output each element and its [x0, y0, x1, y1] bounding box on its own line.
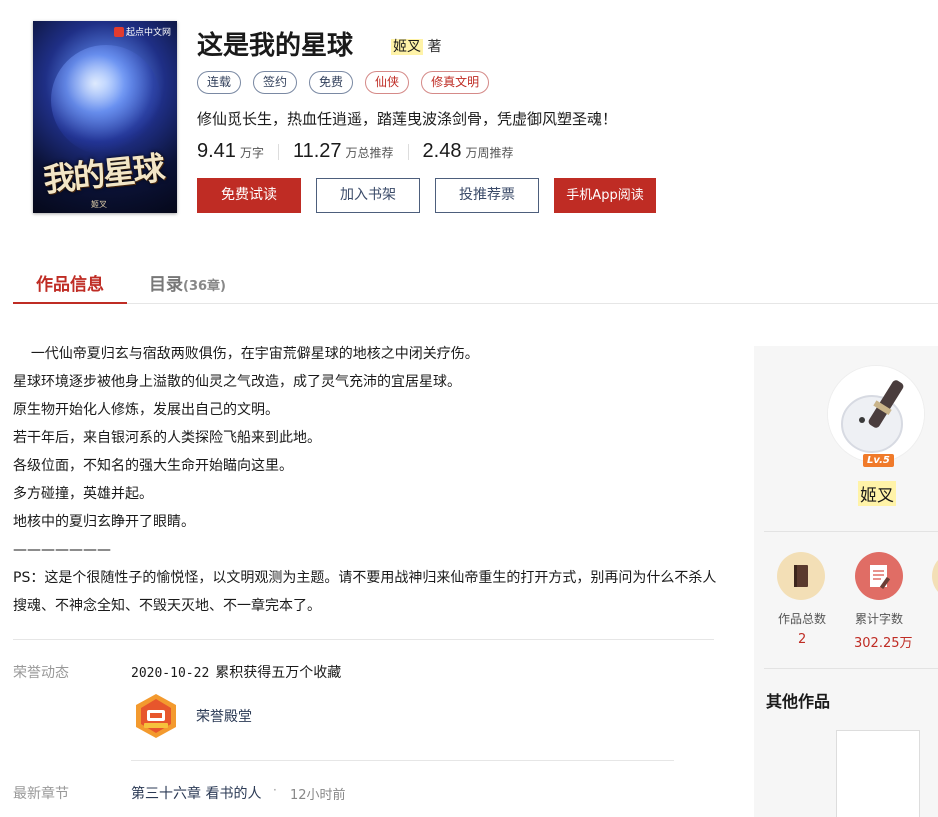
recommend-vote-button[interactable]: 投推荐票 — [435, 178, 539, 213]
app-read-button[interactable]: 手机App阅读 — [554, 178, 656, 213]
book-stats: 9.41 万字 11.27 万总推荐 2.48 万周推荐 — [197, 140, 514, 163]
honor-hall-badge-icon[interactable] — [132, 692, 180, 740]
honor-label: 荣誉动态 — [13, 665, 69, 681]
stat-unit: 万周推荐 — [465, 146, 514, 160]
publisher-logo-icon — [113, 26, 124, 37]
latest-chapter-time: 12小时前 — [290, 788, 346, 803]
tab-catalog-count: (36章) — [183, 279, 226, 294]
author-suffix: 著 — [427, 39, 442, 55]
description-line: 多方碰撞，英雄并起。 — [13, 486, 153, 502]
stat-value: 11.27 — [292, 140, 342, 162]
cover-title-art: 我的星球 — [41, 148, 165, 200]
cover-publisher: 起点中文网 — [113, 25, 171, 38]
tag-subgenre[interactable]: 修真文明 — [421, 71, 490, 94]
stat-word-count: 9.41 万字 — [197, 140, 264, 163]
section-divider — [131, 760, 674, 761]
works-count-icon — [777, 552, 825, 600]
description-line: 地核中的夏归玄睁开了眼睛。 — [13, 514, 195, 530]
sidebar-divider — [764, 668, 938, 669]
description-line: 原生物开始化人修炼，发展出自己的文明。 — [13, 402, 279, 418]
honor-hall-link[interactable]: 荣誉殿堂 — [196, 706, 252, 726]
book-cover[interactable]: 起点中文网 我的星球 姬叉 — [33, 21, 177, 213]
author-sidebar: Lv.5 姬叉 作品总数 2 累计字数 302.25万 其他作品 — [754, 346, 938, 817]
stat-value: 2.48 — [422, 140, 462, 162]
stat-unit: 万字 — [239, 146, 264, 160]
book-title: 这是我的星球 — [197, 31, 354, 61]
description-line: 星球环境逐步被他身上溢散的仙灵之气改造，成了灵气充沛的宜居星球。 — [13, 374, 461, 390]
author-username[interactable]: 姬叉 — [858, 481, 896, 506]
description-line: ——————— — [13, 542, 111, 558]
stat-week-recommend: 2.48 万周推荐 — [423, 140, 514, 163]
planet-art — [51, 45, 161, 155]
stat-unit: 万总推荐 — [345, 146, 394, 160]
author-level-badge: Lv.5 — [863, 454, 894, 467]
word-count-icon — [855, 552, 903, 600]
tab-catalog[interactable]: 目录(36章) — [149, 270, 226, 295]
latest-chapter-link[interactable]: 第三十六章 看书的人 — [131, 783, 261, 803]
stat-divider — [407, 143, 409, 160]
cover-author-art: 姬叉 — [91, 200, 107, 209]
tab-book-info[interactable]: 作品信息 — [13, 270, 127, 304]
book-description: 一代仙帝夏归玄与宿敌两败俱伤，在宇宙荒僻星球的地核之中闭关疗伤。 星球环境逐步被… — [13, 340, 718, 620]
description-line: 一代仙帝夏归玄与宿敌两败俱伤，在宇宙荒僻星球的地核之中闭关疗伤。 — [13, 346, 479, 362]
word-total-value: 302.25万 — [854, 636, 913, 651]
add-to-shelf-button[interactable]: 加入书架 — [316, 178, 420, 213]
works-count-value: 2 — [798, 632, 807, 647]
third-stat-icon — [932, 552, 938, 600]
honor-entry: 2020-10-22 累积获得五万个收藏 — [131, 662, 341, 682]
tag-genre[interactable]: 仙侠 — [365, 71, 410, 94]
book-intro: 修仙觅长生，热血任逍遥，踏莲曳波涤剑骨，凭虚御风塑圣魂！ — [197, 110, 618, 128]
stat-total-recommend: 11.27 万总推荐 — [293, 140, 394, 163]
section-divider — [13, 639, 714, 640]
word-total-label: 累计字数 — [855, 612, 904, 626]
tag-status[interactable]: 连载 — [197, 71, 242, 94]
separator-dot: · — [273, 783, 277, 797]
other-works-title: 其他作品 — [766, 692, 831, 711]
description-line: 各级位面，不知名的强大生命开始瞄向这里。 — [13, 458, 293, 474]
tag-signed[interactable]: 签约 — [253, 71, 298, 94]
description-line: PS：这是个很随性子的愉悦怪，以文明观测为主题。请不要用战神归来仙帝重生的打开方… — [13, 570, 717, 614]
honor-text: 累积获得五万个收藏 — [215, 665, 342, 681]
tag-list: 连载 签约 免费 仙侠 修真文明 — [197, 71, 490, 94]
author-line: 姬叉 著 — [391, 36, 441, 56]
other-work-cover[interactable] — [836, 730, 920, 817]
stat-divider — [277, 143, 279, 160]
tag-free[interactable]: 免费 — [309, 71, 354, 94]
sidebar-divider — [764, 531, 938, 532]
free-read-button[interactable]: 免费试读 — [197, 178, 301, 213]
author-avatar[interactable] — [828, 366, 924, 462]
stat-value: 9.41 — [197, 140, 236, 162]
latest-chapter-label: 最新章节 — [13, 786, 69, 802]
works-count-label: 作品总数 — [778, 612, 827, 626]
honor-date: 2020-10-22 — [131, 666, 210, 681]
tab-catalog-label: 目录 — [149, 275, 183, 295]
description-line: 若干年后，来自银河系的人类探险飞船来到此地。 — [13, 430, 321, 446]
content-tabs: 作品信息 目录(36章) — [13, 262, 938, 304]
author-name[interactable]: 姬叉 — [391, 39, 423, 55]
